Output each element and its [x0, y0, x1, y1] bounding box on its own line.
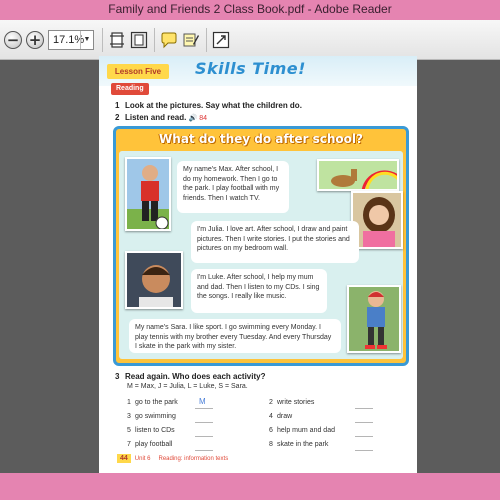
page-heading: Skills Time!: [195, 59, 306, 78]
fullscreen-button[interactable]: [212, 30, 230, 50]
lesson-label: Lesson Five: [107, 64, 169, 79]
activity-item: 2 write stories: [269, 399, 315, 406]
toolbar-divider: [154, 28, 155, 52]
instruction-1: 1 Look at the pictures. Say what the chil…: [115, 101, 302, 110]
answer-line: [195, 450, 213, 451]
answer-value: M: [199, 397, 206, 406]
page-footer: 44 Unit 6 Reading: information texts: [117, 454, 228, 463]
zoom-dropdown-button[interactable]: ▼: [80, 31, 93, 49]
page-number: 44: [117, 454, 131, 463]
activity-item: 5 listen to CDs: [127, 427, 175, 434]
activity-item: 3 go swimming: [127, 413, 176, 420]
photo-max: [125, 157, 171, 231]
zoom-out-icon: −: [4, 31, 22, 49]
fit-width-icon: [130, 31, 148, 49]
story-background: My name's Max. After school, I do my hom…: [119, 151, 403, 359]
activity-item: 1 go to the park: [127, 399, 178, 406]
photo-luke: [125, 251, 183, 309]
audio-icon: 🔊 84: [188, 115, 208, 122]
answer-line: [195, 408, 213, 409]
answer-line: [355, 450, 373, 451]
activity-item: 8 skate in the park: [269, 441, 329, 448]
story-title: What do they do after school?: [159, 132, 363, 146]
activity-item: 7 play football: [127, 441, 173, 448]
activity-item: 4 draw: [269, 413, 293, 420]
footer-unit: Unit 6: [134, 456, 151, 462]
comment-button[interactable]: [160, 30, 178, 50]
toolbar-divider: [102, 28, 103, 52]
answer-line: [355, 422, 373, 423]
bottom-bar: [0, 473, 500, 500]
pdf-page: Lesson Five Skills Time! Reading 1 Look a…: [99, 56, 417, 473]
comment-icon: [161, 32, 177, 49]
fit-page-button[interactable]: [108, 30, 126, 50]
fit-width-button[interactable]: [130, 30, 148, 50]
drawing-horse: [317, 159, 399, 191]
answer-line: [355, 436, 373, 437]
story-panel: What do they do after school? My name's …: [113, 126, 409, 366]
window-title: Family and Friends 2 Class Book.pdf - Ad…: [108, 2, 392, 16]
answer-line: [195, 436, 213, 437]
highlight-button[interactable]: [182, 30, 200, 50]
answer-key: M = Max, J = Julia, L = Luke, S = Sara.: [127, 383, 248, 390]
speech-bubble-max: My name's Max. After school, I do my hom…: [177, 161, 289, 213]
question-3: 3 Read again. Who does each activity?: [115, 372, 266, 381]
speech-bubble-julia: I'm Julia. I love art. After school, I d…: [191, 221, 359, 263]
speech-bubble-sara: My name's Sara. I like sport. I go swimm…: [129, 319, 341, 353]
toolbar-divider: [206, 28, 207, 52]
zoom-in-button[interactable]: +: [26, 30, 44, 50]
expand-icon: [212, 31, 230, 49]
window-titlebar: Family and Friends 2 Class Book.pdf - Ad…: [0, 0, 500, 20]
instruction-2: 2 Listen and read. 🔊 84: [115, 113, 208, 122]
speech-bubble-luke: I'm Luke. After school, I help my mum an…: [191, 269, 327, 313]
zoom-out-button[interactable]: −: [4, 30, 22, 50]
answer-line: [195, 422, 213, 423]
highlight-icon: [183, 33, 199, 47]
section-label: Reading: [111, 83, 149, 95]
footer-topic: Reading: information texts: [158, 456, 229, 462]
answer-line: [355, 408, 373, 409]
photo-sara: [347, 285, 401, 353]
activity-item: 6 help mum and dad: [269, 427, 335, 434]
zoom-in-icon: +: [26, 31, 44, 49]
fit-page-icon: [110, 32, 124, 48]
toolbar: − + 17.1% ▼: [0, 20, 500, 60]
